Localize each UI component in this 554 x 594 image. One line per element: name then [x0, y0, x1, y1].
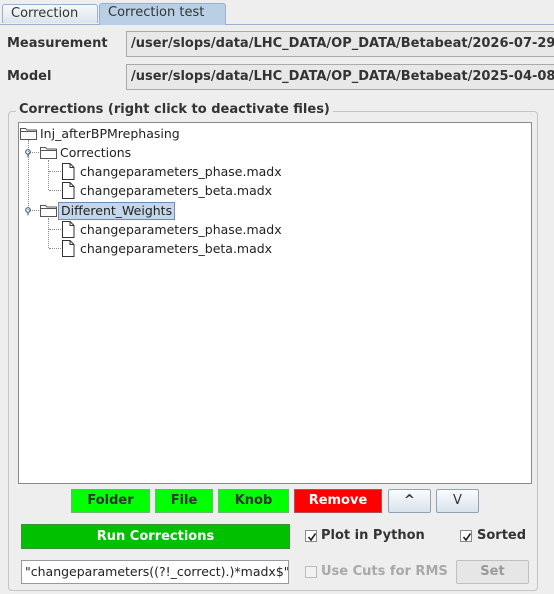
add-file-button[interactable]: File [155, 489, 213, 513]
expand-handle-icon[interactable] [23, 206, 33, 216]
add-folder-button[interactable]: Folder [71, 489, 150, 513]
move-up-button[interactable]: ^ [388, 489, 431, 513]
corrections-tree[interactable]: Inj_afterBPMrephasing Corrections change… [18, 122, 532, 484]
plot-in-python-label: Plot in Python [321, 528, 425, 543]
measurement-path-field[interactable]: /user/slops/data/LHC_DATA/OP_DATA/Betabe… [126, 31, 554, 57]
folder-icon [40, 147, 57, 159]
tree-folder-label-selected: Different_Weights [58, 202, 176, 220]
measurement-label: Measurement [7, 36, 108, 51]
folder-icon [40, 205, 57, 217]
model-label: Model [7, 69, 52, 84]
sorted-label: Sorted [477, 528, 527, 543]
tree-folder-label: Corrections [60, 145, 132, 160]
tree-root[interactable]: Inj_afterBPMrephasing [19, 124, 519, 143]
file-icon [62, 163, 75, 180]
tab-bar: Correction Correction test [0, 0, 554, 25]
tree-folder-corrections[interactable]: Corrections [19, 143, 519, 162]
tree-file[interactable]: changeparameters_beta.madx [19, 239, 519, 258]
tree-file[interactable]: changeparameters_beta.madx [19, 181, 519, 200]
sorted-checkbox[interactable] [460, 530, 472, 542]
tree-file-label: changeparameters_beta.madx [80, 183, 273, 198]
tree-file[interactable]: changeparameters_phase.madx [19, 162, 519, 181]
tree-root-label: Inj_afterBPMrephasing [40, 126, 180, 141]
file-icon [62, 240, 75, 257]
checkmark-icon [307, 533, 317, 542]
remove-button[interactable]: Remove [294, 489, 382, 513]
move-down-button[interactable]: V [436, 489, 479, 513]
tree-folder-different-weights[interactable]: Different_Weights [19, 201, 519, 220]
file-icon [62, 221, 75, 238]
add-knob-button[interactable]: Knob [218, 489, 289, 513]
model-path-field[interactable]: /user/slops/data/LHC_DATA/OP_DATA/Betabe… [126, 64, 554, 90]
file-icon [62, 182, 75, 199]
tree-file-label: changeparameters_phase.madx [80, 222, 282, 237]
tree-file-label: changeparameters_phase.madx [80, 164, 282, 179]
tree-file-label: changeparameters_beta.madx [80, 241, 273, 256]
tab-correction[interactable]: Correction [2, 4, 98, 23]
tab-correction-test[interactable]: Correction test [99, 3, 226, 25]
set-button[interactable]: Set [456, 560, 529, 584]
checkmark-icon [462, 533, 472, 542]
corrections-group-title: Corrections (right click to deactivate f… [16, 102, 333, 117]
use-cuts-for-rms-checkbox[interactable] [305, 566, 317, 578]
tree-file[interactable]: changeparameters_phase.madx [19, 220, 519, 239]
file-regex-field[interactable]: "changeparameters((?!_correct).)*madx$" [21, 560, 289, 584]
run-corrections-button[interactable]: Run Corrections [21, 524, 290, 549]
folder-icon [20, 128, 37, 140]
use-cuts-for-rms-label: Use Cuts for RMS [321, 564, 448, 579]
expand-handle-icon[interactable] [23, 148, 33, 158]
plot-in-python-checkbox[interactable] [305, 530, 317, 542]
